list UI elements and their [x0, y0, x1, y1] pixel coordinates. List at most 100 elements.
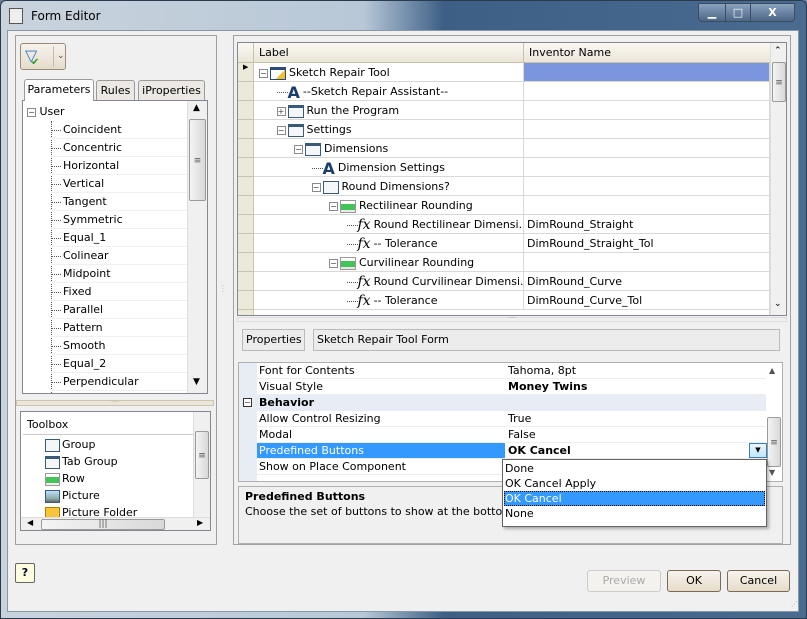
- hscroll-thumb[interactable]: |||: [41, 519, 165, 530]
- row-header[interactable]: [238, 272, 254, 291]
- scroll-up-icon[interactable]: ▲: [193, 103, 200, 113]
- scroll-right-icon[interactable]: ▶: [197, 518, 203, 527]
- grid-label-cell[interactable]: fx Round Rectilinear Dimensi...: [254, 215, 524, 234]
- dropdown-option[interactable]: OK Cancel: [504, 491, 765, 506]
- scroll-down-icon[interactable]: ⌄: [774, 299, 782, 309]
- collapse-icon[interactable]: −: [243, 398, 252, 407]
- parameter-item[interactable]: Concentric: [51, 139, 187, 157]
- parameter-item[interactable]: Smooth: [51, 337, 187, 355]
- property-value[interactable]: Money Twins: [506, 379, 769, 395]
- collapse-icon[interactable]: −: [311, 182, 321, 192]
- property-row[interactable]: Predefined Buttons OK Cancel: [239, 443, 782, 459]
- parameter-item[interactable]: Midpoint: [51, 265, 187, 283]
- grid-inventor-name-cell[interactable]: [524, 196, 770, 215]
- property-row[interactable]: Allow Control Resizing True: [239, 411, 782, 427]
- scroll-up-icon[interactable]: ▲: [769, 366, 775, 375]
- parameter-item[interactable]: Pattern: [51, 319, 187, 337]
- cancel-button[interactable]: Cancel: [727, 570, 790, 592]
- collapse-icon[interactable]: −: [259, 68, 268, 78]
- scroll-thumb[interactable]: ≡: [772, 62, 786, 102]
- scroll-left-icon[interactable]: ◀: [27, 518, 33, 527]
- grid-inventor-name-cell[interactable]: [524, 101, 770, 120]
- grid-label-cell[interactable]: fx Round Curvilinear Dimensi...: [254, 272, 524, 291]
- property-value[interactable]: True: [506, 411, 769, 427]
- scroll-thumb[interactable]: ≡: [767, 417, 781, 467]
- property-value[interactable]: Tahoma, 8pt: [506, 363, 769, 379]
- property-value[interactable]: False: [506, 427, 769, 443]
- property-row[interactable]: Visual Style Money Twins: [239, 379, 782, 395]
- grid-scrollbar[interactable]: ⌃ ≡ ⌄: [770, 43, 786, 315]
- parameter-item[interactable]: Coincident: [51, 121, 187, 139]
- row-header[interactable]: [238, 215, 254, 234]
- collapse-icon[interactable]: −: [294, 144, 303, 154]
- scroll-down-icon[interactable]: ▼: [769, 468, 775, 477]
- grid-inventor-name-cell[interactable]: DimRound_Straight: [524, 215, 770, 234]
- ok-button[interactable]: OK: [667, 570, 721, 592]
- resize-grip[interactable]: ⋰: [791, 600, 798, 608]
- scroll-thumb[interactable]: ≡: [195, 431, 209, 479]
- grid-label-cell[interactable]: − Curvilinear Rounding: [254, 253, 524, 272]
- grid-inventor-name-cell[interactable]: DimRound_Straight_Tol: [524, 234, 770, 253]
- splitter-handle[interactable]: ····: [16, 400, 214, 406]
- property-value[interactable]: OK Cancel: [506, 443, 769, 459]
- grid-inventor-name-cell[interactable]: [524, 158, 770, 177]
- grid-inventor-name-cell[interactable]: [524, 177, 770, 196]
- grid-label-cell[interactable]: A Dimension Settings: [254, 158, 524, 177]
- dropdown-option[interactable]: OK Cancel Apply: [504, 476, 765, 491]
- scroll-thumb[interactable]: ≡: [189, 119, 206, 201]
- scroll-up-icon[interactable]: ⌃: [774, 46, 782, 56]
- tab-rules[interactable]: Rules: [96, 80, 135, 100]
- close-button[interactable]: X: [750, 3, 795, 22]
- parameters-scrollbar[interactable]: ▲ ≡ ▼: [187, 101, 207, 393]
- toolbox-item[interactable]: Row: [45, 470, 85, 487]
- tab-iproperties[interactable]: iProperties: [138, 80, 205, 100]
- grid-label-cell[interactable]: − Sketch Repair Tool: [254, 63, 524, 82]
- chevron-down-icon[interactable]: ⌄: [53, 46, 65, 67]
- row-header[interactable]: [238, 253, 254, 272]
- grid-label-cell[interactable]: − Settings: [254, 120, 524, 139]
- parameter-item[interactable]: Horizontal: [51, 157, 187, 175]
- grid-label-cell[interactable]: − Dimensions: [254, 139, 524, 158]
- grid-inventor-name-cell[interactable]: DimRound_Curve: [524, 272, 770, 291]
- row-header[interactable]: [238, 234, 254, 253]
- toolbox-item[interactable]: Group: [45, 436, 96, 453]
- property-scrollbar[interactable]: ▲ ≡ ▼: [766, 363, 782, 481]
- grid-label-cell[interactable]: − Round Dimensions?: [254, 177, 524, 196]
- dropdown-option[interactable]: Done: [504, 461, 765, 476]
- row-header[interactable]: [238, 120, 254, 139]
- scroll-down-icon[interactable]: ▼: [193, 377, 200, 387]
- row-header[interactable]: [238, 82, 254, 101]
- property-row[interactable]: Modal False: [239, 427, 782, 443]
- parameter-item[interactable]: Vertical: [51, 175, 187, 193]
- parameter-item[interactable]: Equal_2: [51, 355, 187, 373]
- minimize-button[interactable]: ▁: [698, 3, 726, 22]
- grid-inventor-name-cell[interactable]: [524, 82, 770, 101]
- grid-label-cell[interactable]: fx -- Tolerance: [254, 291, 524, 310]
- grid-inventor-name-cell[interactable]: [524, 253, 770, 272]
- dropdown-option[interactable]: None: [504, 506, 765, 521]
- property-row[interactable]: Font for Contents Tahoma, 8pt: [239, 363, 782, 379]
- toolbox-item[interactable]: Tab Group: [45, 453, 118, 470]
- row-header[interactable]: [238, 101, 254, 120]
- filter-button[interactable]: ▽ ✔ ⌄: [20, 43, 66, 70]
- collapse-icon[interactable]: −: [276, 125, 286, 135]
- toolbox-vscroll[interactable]: ≡: [193, 412, 210, 517]
- row-header[interactable]: [238, 310, 254, 315]
- parameter-item[interactable]: Symmetric: [51, 211, 187, 229]
- row-header[interactable]: [238, 177, 254, 196]
- grid-label-cell[interactable]: + Run the Program: [254, 101, 524, 120]
- toolbox-item[interactable]: Picture: [45, 487, 100, 504]
- parameter-item[interactable]: Equal_1: [51, 229, 187, 247]
- help-button[interactable]: ?: [15, 563, 35, 583]
- preview-button[interactable]: Preview: [587, 570, 661, 592]
- property-category[interactable]: − Behavior: [239, 395, 782, 411]
- grid-inventor-name-cell[interactable]: [524, 139, 770, 158]
- parameter-item[interactable]: Colinear: [51, 247, 187, 265]
- column-header-label[interactable]: Label: [254, 43, 524, 63]
- row-header[interactable]: [238, 139, 254, 158]
- row-header[interactable]: [238, 158, 254, 177]
- collapse-icon[interactable]: −: [27, 107, 36, 117]
- toolbox-hscroll[interactable]: ◀ ||| ▶: [21, 517, 210, 530]
- expand-icon[interactable]: +: [276, 106, 286, 116]
- grid-splitter[interactable]: ····: [237, 316, 787, 322]
